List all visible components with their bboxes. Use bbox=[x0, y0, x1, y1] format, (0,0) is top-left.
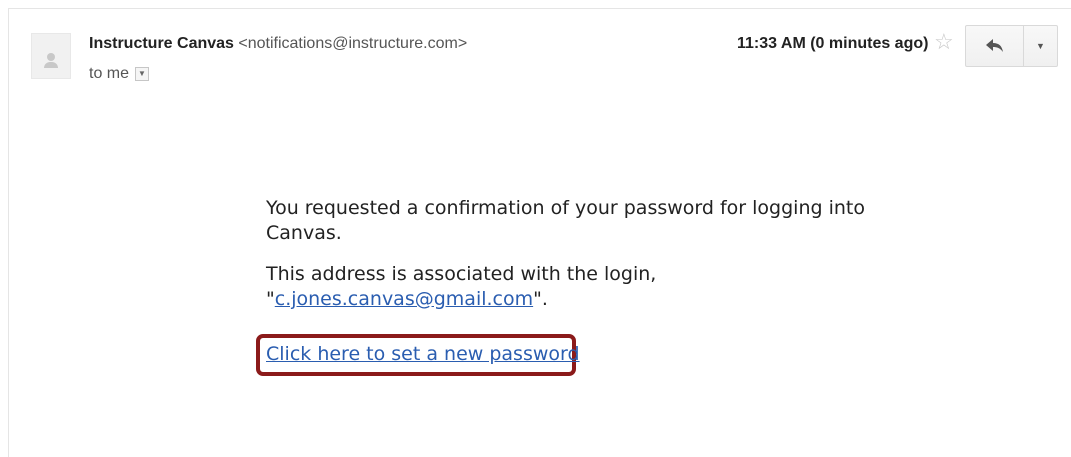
timestamp: 11:33 AM (0 minutes ago) bbox=[737, 35, 929, 52]
message-paragraph-2: This address is associated with the logi… bbox=[266, 262, 866, 312]
avatar bbox=[31, 33, 71, 79]
avatar-head-icon bbox=[47, 53, 55, 61]
reply-button[interactable] bbox=[965, 25, 1024, 67]
sender-email: <notifications@instructure.com> bbox=[238, 35, 468, 52]
avatar-body-icon bbox=[44, 62, 58, 68]
login-email-link[interactable]: c.jones.canvas@gmail.com bbox=[275, 288, 533, 310]
recipient-line: to me ▼ bbox=[89, 65, 150, 83]
quote-close: ". bbox=[533, 288, 548, 310]
chevron-down-icon: ▼ bbox=[138, 69, 146, 78]
login-intro-text: This address is associated with the logi… bbox=[266, 263, 657, 285]
recipient-details-dropdown[interactable]: ▼ bbox=[135, 67, 150, 81]
message-paragraph-1: You requested a confirmation of your pas… bbox=[266, 197, 865, 244]
recipient-label: to me bbox=[89, 65, 130, 82]
more-actions-button[interactable]: ▼ bbox=[1023, 25, 1058, 67]
reply-icon bbox=[985, 39, 1003, 52]
star-icon[interactable]: ☆ bbox=[934, 31, 954, 53]
chevron-down-icon: ▼ bbox=[1036, 41, 1045, 51]
set-new-password-link[interactable]: Click here to set a new password bbox=[266, 342, 580, 367]
sender-name[interactable]: Instructure Canvas bbox=[89, 35, 234, 52]
quote-open: " bbox=[266, 288, 275, 310]
sender-line: Instructure Canvas <notifications@instru… bbox=[89, 35, 467, 53]
message-body: You requested a confirmation of your pas… bbox=[266, 196, 866, 328]
